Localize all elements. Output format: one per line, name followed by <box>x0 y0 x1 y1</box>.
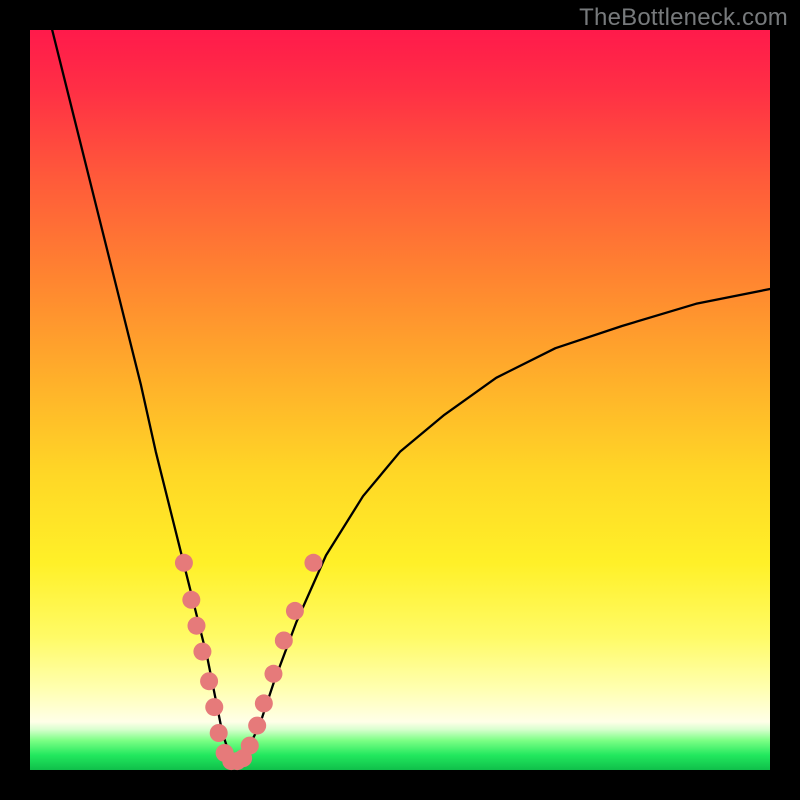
highlight-point <box>193 643 211 661</box>
bottleneck-curve-path <box>52 30 770 763</box>
highlight-point <box>205 698 223 716</box>
highlight-point <box>175 554 193 572</box>
highlight-points <box>175 554 323 770</box>
highlight-point <box>188 617 206 635</box>
highlight-point <box>248 717 266 735</box>
chart-svg <box>30 30 770 770</box>
highlight-point <box>264 665 282 683</box>
bottleneck-curve <box>52 30 770 763</box>
highlight-point <box>200 672 218 690</box>
highlight-point <box>304 554 322 572</box>
watermark-text: TheBottleneck.com <box>579 4 788 32</box>
chart-frame: TheBottleneck.com <box>0 0 800 800</box>
highlight-point <box>182 591 200 609</box>
highlight-point <box>241 737 259 755</box>
highlight-point <box>286 602 304 620</box>
highlight-point <box>275 632 293 650</box>
highlight-point <box>255 694 273 712</box>
plot-area <box>30 30 770 770</box>
highlight-point <box>210 724 228 742</box>
